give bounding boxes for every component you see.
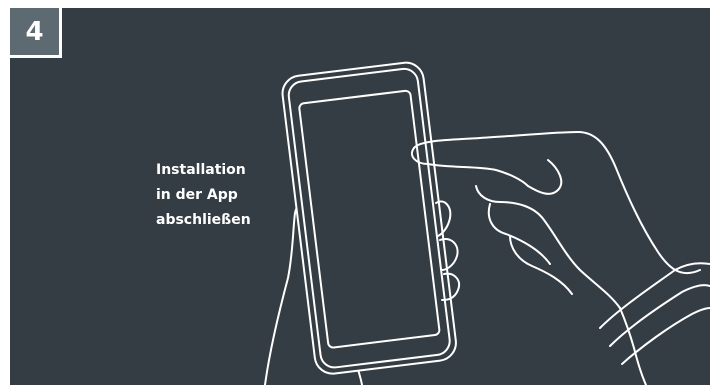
illustration-panel: Installation in der App abschließen bbox=[10, 8, 710, 385]
instruction-card: Installation in der App abschließen 4 bbox=[0, 0, 718, 385]
step-number-badge: 4 bbox=[10, 8, 62, 58]
sleeve-cuff-outline bbox=[599, 262, 710, 365]
caption-line-2: in der App bbox=[156, 187, 238, 203]
caption-line-1: Installation bbox=[156, 162, 246, 178]
instruction-caption: Installation in der App abschließen bbox=[156, 158, 251, 233]
hand-holding-smartphone-icon bbox=[264, 61, 710, 385]
step-number: 4 bbox=[25, 16, 44, 47]
caption-line-3: abschließen bbox=[156, 212, 251, 228]
curled-fingers-outline bbox=[475, 185, 621, 309]
smartphone-icon bbox=[281, 61, 457, 375]
